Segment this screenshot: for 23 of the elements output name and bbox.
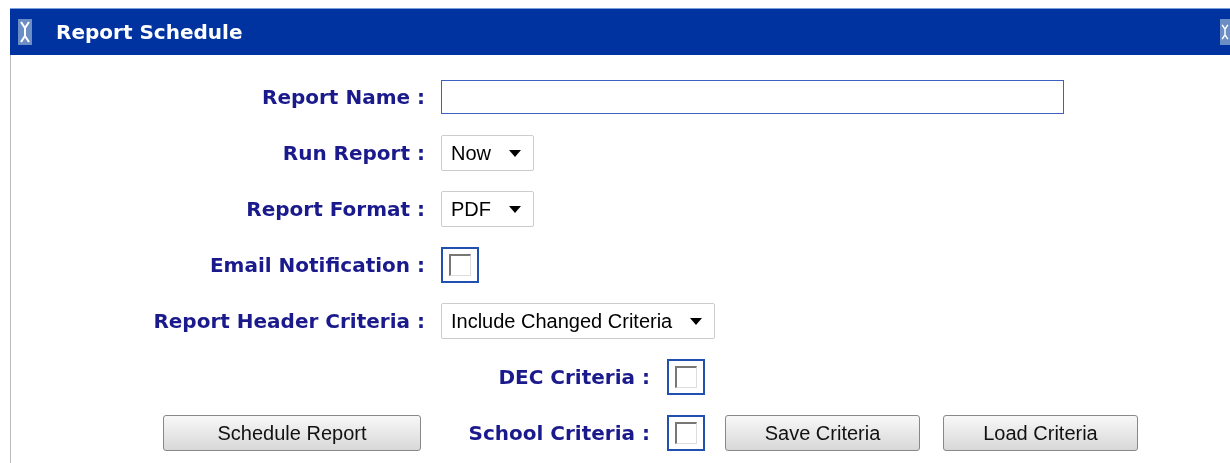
collapse-icon[interactable] [1220, 19, 1230, 45]
caret-icon [690, 317, 703, 325]
caret-icon [509, 205, 521, 213]
checkbox[interactable] [667, 415, 705, 451]
window-title: Report Schedule [56, 19, 243, 46]
save-criteria-button[interactable]: Save Criteria [725, 415, 920, 451]
collapse-icon[interactable] [18, 19, 32, 45]
dropdown[interactable]: Include Changed Criteria [441, 303, 716, 339]
field-label: Report Header Criteria : [153, 308, 425, 335]
dropdown[interactable]: Now [441, 135, 534, 171]
field-label: Email Notification : [209, 252, 425, 279]
text-field[interactable] [441, 80, 1064, 114]
caret-icon [509, 149, 521, 157]
criteria-label: DEC Criteria : [498, 364, 650, 391]
field-label: Report Format : [246, 196, 425, 223]
checkbox[interactable] [667, 359, 705, 395]
checkbox[interactable] [441, 247, 479, 283]
load-criteria-button[interactable]: Load Criteria [943, 415, 1138, 451]
field-label: Run Report : [282, 140, 425, 167]
criteria-label: School Criteria : [468, 420, 650, 447]
dropdown[interactable]: PDF [441, 191, 534, 227]
field-label: Report Name : [262, 84, 425, 111]
schedule-report-button[interactable]: Schedule Report [163, 415, 421, 451]
